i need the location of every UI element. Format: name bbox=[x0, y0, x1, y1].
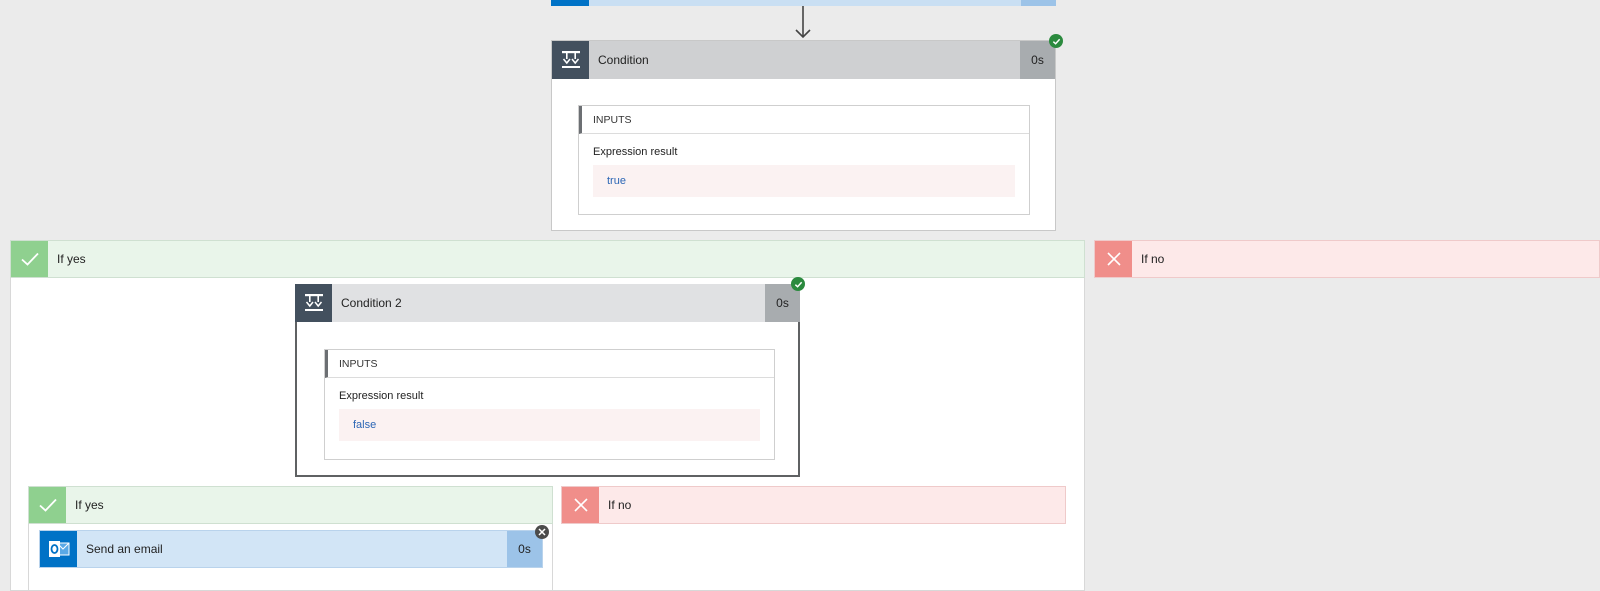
inner-branch-if-no[interactable]: If no bbox=[561, 486, 1066, 524]
previous-step-duration-strip bbox=[1021, 0, 1056, 6]
branch-if-yes-label: If yes bbox=[57, 252, 86, 266]
inputs-header[interactable]: INPUTS bbox=[579, 106, 1029, 134]
send-email-title: Send an email bbox=[86, 542, 163, 556]
branch-if-no[interactable]: If no bbox=[1094, 240, 1600, 278]
condition-duration: 0s bbox=[1020, 41, 1055, 79]
condition2-inputs-panel: INPUTS Expression result false bbox=[324, 349, 775, 460]
send-email-card[interactable]: Send an email 0s bbox=[39, 530, 543, 568]
branch-if-no-label: If no bbox=[1141, 252, 1165, 266]
previous-step-icon-strip bbox=[551, 0, 589, 6]
condition-title: Condition bbox=[598, 53, 649, 67]
inner-branch-if-yes[interactable]: If yes bbox=[28, 486, 553, 524]
condition-header[interactable]: Condition 0s bbox=[552, 41, 1055, 79]
success-check-icon bbox=[1049, 34, 1063, 48]
outlook-icon bbox=[40, 531, 77, 567]
expression-result-value: false bbox=[339, 409, 760, 441]
inputs-header[interactable]: INPUTS bbox=[325, 350, 774, 378]
check-icon bbox=[11, 241, 48, 277]
close-icon bbox=[562, 487, 599, 523]
skipped-status-icon bbox=[535, 525, 549, 539]
condition2-header[interactable]: Condition 2 0s bbox=[295, 284, 800, 322]
condition-inputs-panel: INPUTS Expression result true bbox=[578, 105, 1030, 215]
inner-branch-if-no-label: If no bbox=[608, 498, 632, 512]
condition-card[interactable]: Condition 0s INPUTS Expression result tr… bbox=[551, 40, 1056, 231]
check-icon bbox=[29, 487, 66, 523]
branch-if-yes[interactable]: If yes bbox=[10, 240, 1085, 278]
expression-result-label: Expression result bbox=[339, 390, 424, 402]
expression-result-label: Expression result bbox=[593, 146, 678, 158]
condition-icon bbox=[295, 284, 332, 322]
condition-icon bbox=[552, 41, 589, 79]
close-icon bbox=[1095, 241, 1132, 277]
condition2-card[interactable]: Condition 2 0s INPUTS Expression result … bbox=[295, 284, 800, 477]
inner-branch-if-yes-label: If yes bbox=[75, 498, 104, 512]
flow-arrow-icon bbox=[795, 6, 811, 39]
condition2-title: Condition 2 bbox=[341, 296, 402, 310]
success-check-icon bbox=[791, 277, 805, 291]
expression-result-value: true bbox=[593, 165, 1015, 197]
